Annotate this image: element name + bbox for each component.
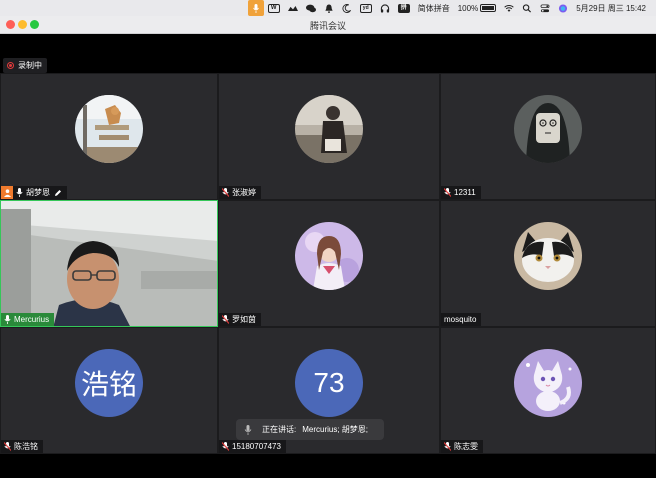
microphone-icon (4, 315, 11, 324)
wps-icon[interactable]: W (264, 0, 284, 16)
window-title-bar: 腾讯会议 (0, 16, 656, 34)
avatar: 浩铭 (75, 349, 143, 417)
participant-name: mosquito (444, 315, 477, 324)
clock[interactable]: 5月29日 周三 15:42 (572, 0, 650, 16)
control-center-icon[interactable] (536, 0, 554, 16)
input-method-icon[interactable]: 拼 (394, 0, 414, 16)
host-icon (1, 186, 13, 199)
participant-name: 陈浩铭 (14, 442, 38, 451)
mic-muted-icon (222, 188, 229, 197)
participant-name: Mercurius (14, 315, 50, 324)
name-tag: 张淑婷 (219, 186, 261, 199)
battery-status[interactable]: 100% (454, 0, 500, 16)
microphone-icon (16, 188, 23, 197)
participant-tile[interactable]: 12311 (440, 73, 656, 200)
name-tag: 陈志雯 (441, 440, 483, 453)
wifi-icon[interactable] (500, 0, 518, 16)
microphone-icon[interactable] (247, 0, 264, 16)
battery-icon (480, 4, 497, 12)
participant-tile-active[interactable]: Mercurius (0, 200, 218, 327)
name-tag: 罗如茵 (219, 313, 261, 326)
search-icon[interactable] (518, 0, 536, 16)
avatar (514, 349, 582, 417)
avatar (295, 95, 363, 163)
recording-indicator[interactable]: 录制中 (3, 58, 47, 73)
bottom-toolbar-area (0, 454, 656, 478)
window-title: 腾讯会议 (309, 21, 346, 31)
video-feed (1, 201, 217, 326)
name-tag: 陈浩铭 (1, 440, 43, 453)
avatar (75, 95, 143, 163)
mic-muted-icon (4, 442, 11, 451)
mic-muted-icon (444, 188, 451, 197)
bell-icon[interactable] (320, 0, 338, 16)
headphones-icon[interactable] (376, 0, 394, 16)
avatar (514, 222, 582, 290)
participant-name: 胡梦恩 (26, 188, 50, 197)
siri-icon[interactable] (554, 0, 572, 16)
participant-tile[interactable]: 胡梦恩 (0, 73, 218, 200)
participant-name: 陈志雯 (454, 442, 478, 451)
mic-muted-icon (444, 442, 451, 451)
name-tag: 胡梦恩 (1, 186, 67, 199)
recording-label: 录制中 (18, 61, 42, 70)
tencent-meeting-icon[interactable] (284, 0, 302, 16)
battery-percent: 100% (457, 3, 479, 13)
name-tag: mosquito (441, 313, 482, 326)
name-tag: 12311 (441, 186, 481, 199)
speaking-names: Mercurius; 胡梦恩; (302, 425, 369, 434)
participant-tile[interactable]: mosquito (440, 200, 656, 327)
toolbar-area (0, 34, 656, 73)
mic-muted-icon (222, 315, 229, 324)
participant-name: 12311 (454, 188, 476, 197)
participant-tile[interactable]: 浩铭 陈浩铭 (0, 327, 218, 454)
mic-muted-icon (222, 442, 229, 451)
microphone-icon (244, 424, 252, 435)
edit-icon[interactable] (54, 189, 62, 197)
wechat-icon[interactable] (302, 0, 320, 16)
speaking-indicator: 正在讲话: Mercurius; 胡梦恩; (236, 419, 384, 440)
name-tag: Mercurius (1, 313, 55, 326)
avatar: 73 (295, 349, 363, 417)
participant-tile[interactable]: 罗如茵 (218, 200, 440, 327)
moon-icon[interactable] (338, 0, 356, 16)
speaking-label: 正在讲话: (262, 425, 297, 434)
avatar (295, 222, 363, 290)
participant-name: 张淑婷 (232, 188, 256, 197)
participant-grid: 胡梦恩 张淑婷 12311 Mercurius 罗如茵 mosquito 浩铭 … (0, 73, 656, 454)
input-method-label[interactable]: 简体拼音 (414, 0, 454, 16)
participant-name: 15180707473 (232, 442, 281, 451)
participant-name: 罗如茵 (232, 315, 256, 324)
record-icon (7, 62, 14, 69)
participant-tile[interactable]: 陈志雯 (440, 327, 656, 454)
participant-tile[interactable]: 张淑婷 (218, 73, 440, 200)
name-tag: 15180707473 (219, 440, 286, 453)
youdao-icon[interactable]: yd (356, 0, 376, 16)
menu-bar: W yd 拼 简体拼音 100% 5月29日 周三 15:42 (0, 0, 656, 16)
avatar (514, 95, 582, 163)
